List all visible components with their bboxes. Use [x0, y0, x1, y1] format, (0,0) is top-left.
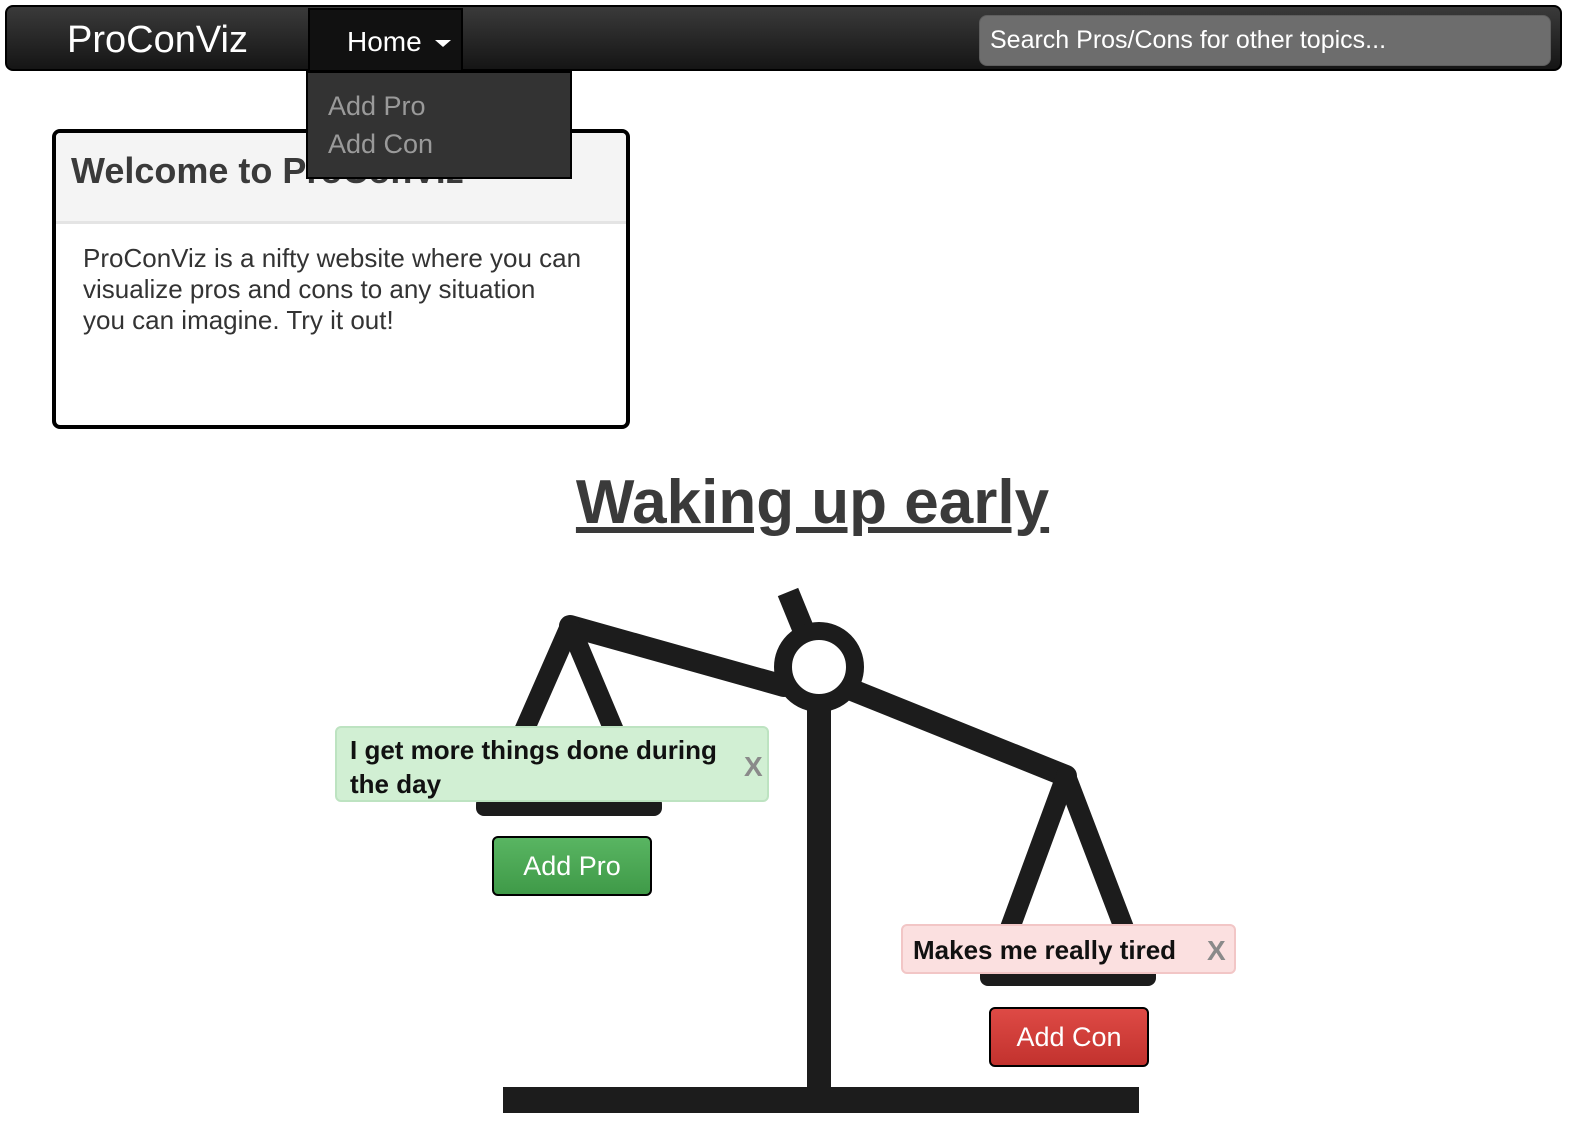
- menu-item-add-con[interactable]: Add Con: [328, 128, 433, 160]
- menu-item-add-pro[interactable]: Add Pro: [328, 90, 426, 122]
- home-dropdown-menu: Add Pro Add Con: [306, 71, 572, 179]
- add-con-button[interactable]: Add Con: [989, 1007, 1149, 1067]
- pro-item: I get more things done during the day X: [335, 726, 769, 802]
- balance-scale-icon: [476, 587, 1156, 1113]
- add-pro-button[interactable]: Add Pro: [492, 836, 652, 896]
- con-item: Makes me really tired X: [901, 924, 1236, 974]
- remove-pro-icon[interactable]: X: [744, 752, 763, 782]
- remove-con-icon[interactable]: X: [1207, 936, 1226, 966]
- pro-item-text: I get more things done during the day: [350, 735, 717, 799]
- con-item-text: Makes me really tired: [913, 935, 1177, 965]
